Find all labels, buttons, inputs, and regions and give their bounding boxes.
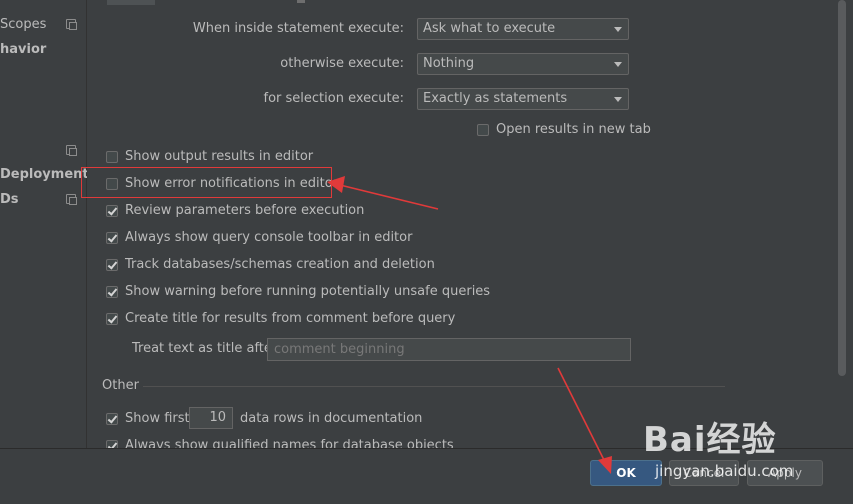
show-first-checkbox[interactable] — [106, 413, 118, 425]
sidebar-item-scopes[interactable]: Scopes — [0, 17, 46, 32]
title-after-label: Treat text as title after — [132, 341, 278, 356]
chevron-down-icon — [614, 27, 622, 32]
sidebar-item-behavior[interactable]: havior — [0, 42, 46, 57]
selection-label: for selection execute: — [263, 91, 405, 106]
review-parameters-label: Review parameters before execution — [125, 203, 365, 218]
show-output-checkbox[interactable] — [106, 151, 118, 163]
inside-statement-value: Ask what to execute — [423, 21, 556, 36]
settings-content: When inside statement execute: Ask what … — [81, 0, 834, 452]
scrollbar-thumb[interactable] — [838, 0, 846, 376]
copy-settings-icon — [66, 19, 77, 30]
cancel-button[interactable]: Cancel — [669, 460, 739, 486]
create-title-label: Create title for results from comment be… — [125, 311, 456, 326]
tab-stub-marker — [297, 0, 305, 3]
create-title-checkbox[interactable] — [106, 313, 118, 325]
copy-settings-icon — [66, 145, 77, 156]
track-databases-label: Track databases/schemas creation and del… — [125, 257, 435, 272]
track-databases-checkbox[interactable] — [106, 259, 118, 271]
show-output-label: Show output results in editor — [125, 149, 314, 164]
tab-stub[interactable] — [107, 0, 155, 5]
open-new-tab-label: Open results in new tab — [496, 122, 651, 137]
open-new-tab-checkbox[interactable] — [477, 124, 489, 136]
selection-value: Exactly as statements — [423, 91, 568, 106]
show-first-rows-input[interactable]: 10 — [189, 407, 233, 429]
annotation-highlight-box — [81, 167, 332, 198]
show-first-suffix-label: data rows in documentation — [240, 411, 423, 426]
inside-statement-combo[interactable]: Ask what to execute — [417, 18, 629, 40]
console-toolbar-checkbox[interactable] — [106, 232, 118, 244]
other-section-title: Other — [102, 378, 139, 393]
vertical-scrollbar[interactable] — [834, 0, 853, 448]
title-after-placeholder: comment beginning — [274, 342, 405, 357]
console-toolbar-label: Always show query console toolbar in edi… — [125, 230, 413, 245]
qualified-names-label: Always show qualified names for database… — [125, 438, 454, 448]
settings-sidebar: Scopes havior Deployment Ds — [0, 0, 89, 448]
otherwise-combo[interactable]: Nothing — [417, 53, 629, 75]
show-first-rows-value: 10 — [209, 410, 226, 425]
title-after-input[interactable]: comment beginning — [267, 338, 631, 361]
chevron-down-icon — [614, 62, 622, 67]
copy-settings-icon — [66, 194, 77, 205]
ok-button[interactable]: OK — [590, 460, 662, 486]
unsafe-queries-warning-label: Show warning before running potentially … — [125, 284, 491, 299]
unsafe-queries-warning-checkbox[interactable] — [106, 286, 118, 298]
review-parameters-checkbox[interactable] — [106, 205, 118, 217]
selection-combo[interactable]: Exactly as statements — [417, 88, 629, 110]
apply-button[interactable]: Apply — [747, 460, 823, 486]
sidebar-item-deployment[interactable]: Deployment — [0, 167, 89, 182]
chevron-down-icon — [614, 97, 622, 102]
otherwise-label: otherwise execute: — [280, 56, 404, 71]
section-divider — [143, 386, 725, 387]
show-first-label: Show first — [125, 411, 190, 426]
otherwise-value: Nothing — [423, 56, 475, 71]
sidebar-item-ds[interactable]: Ds — [0, 192, 19, 207]
inside-statement-label: When inside statement execute: — [192, 21, 404, 36]
